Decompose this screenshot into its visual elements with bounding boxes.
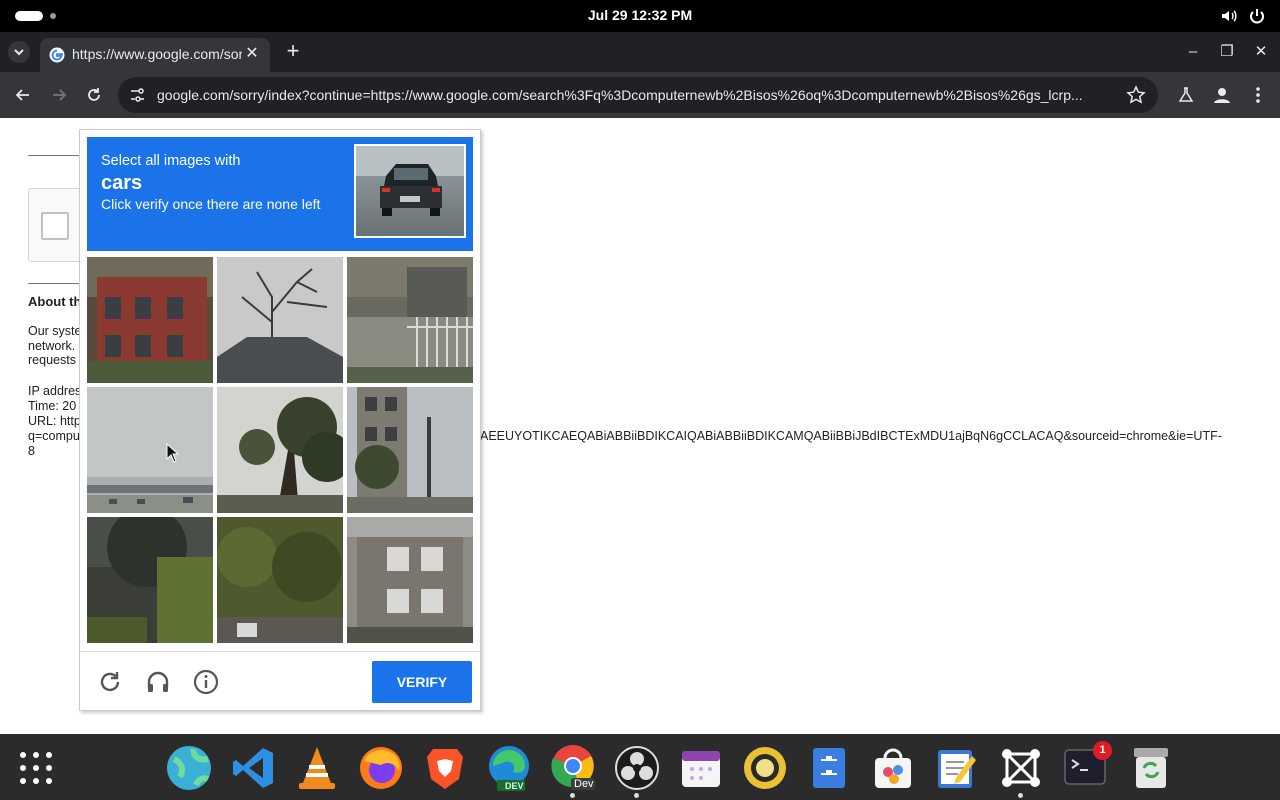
url-text[interactable]: google.com/sorry/index?continue=https://…	[157, 87, 1107, 103]
menu-button[interactable]	[1248, 85, 1268, 105]
arrow-left-icon	[15, 89, 29, 101]
browser-tab[interactable]: https://www.google.com/sorry/index?conti…	[40, 38, 270, 72]
obs-icon[interactable]	[613, 744, 661, 792]
trash-icon[interactable]	[1127, 744, 1175, 792]
text-editor-icon[interactable]	[933, 744, 981, 792]
ip-address-line: IP addres	[28, 384, 82, 398]
system-tray[interactable]	[1220, 7, 1266, 25]
verify-button[interactable]: VERIFY	[372, 661, 472, 703]
headphones-icon	[147, 671, 169, 692]
url-continuation-end: 8	[28, 444, 35, 458]
system-message: Our syste network. requests	[28, 324, 82, 368]
info-button[interactable]	[192, 668, 220, 696]
volume-icon[interactable]	[1220, 7, 1238, 25]
back-button[interactable]	[12, 84, 34, 106]
captcha-tile[interactable]	[347, 517, 473, 643]
edge-dev-label: DEV	[505, 781, 524, 791]
captcha-tile[interactable]	[217, 257, 343, 383]
request-info: IP addres Time: 20 URL: http q=compu	[28, 384, 81, 444]
file-cabinet-icon[interactable]	[805, 744, 853, 792]
captcha-target-object: cars	[101, 172, 143, 194]
info-icon	[193, 669, 219, 695]
calendar-icon[interactable]	[677, 744, 725, 792]
captcha-tile[interactable]	[217, 387, 343, 513]
vscode-icon[interactable]	[229, 744, 277, 792]
chrome-dev-icon[interactable]: Dev	[549, 744, 597, 792]
terminal-notification-badge: 1	[1093, 741, 1112, 760]
tab-title: https://www.google.com/sorry/index?conti…	[72, 46, 242, 62]
running-indicator	[634, 793, 639, 798]
reload-challenge-button[interactable]	[96, 668, 124, 696]
clock[interactable]: Jul 29 12:32 PM	[0, 7, 1280, 23]
arrow-right-icon	[53, 89, 67, 101]
mouse-cursor-icon	[166, 443, 180, 463]
tab-close-button[interactable]: ✕	[242, 44, 262, 64]
captcha-image-grid	[87, 257, 473, 643]
brave-icon[interactable]	[421, 744, 469, 792]
about-heading: About th	[28, 294, 82, 309]
running-indicator	[1018, 793, 1023, 798]
text-line: network.	[28, 338, 76, 353]
close-window-button[interactable]: ✕	[1252, 42, 1270, 60]
captcha-tile[interactable]	[347, 387, 473, 513]
captcha-hint: Click verify once there are none left	[101, 196, 321, 212]
browser-toolbar: google.com/sorry/index?continue=https://…	[0, 72, 1280, 118]
software-store-icon[interactable]	[869, 744, 917, 792]
new-tab-button[interactable]: +	[282, 40, 304, 62]
reload-button[interactable]	[83, 84, 105, 106]
captcha-tile[interactable]	[87, 517, 213, 643]
site-info-icon[interactable]	[128, 86, 146, 104]
vlc-icon[interactable]	[293, 744, 341, 792]
globe-app-icon[interactable]	[165, 744, 213, 792]
chevron-down-icon	[14, 49, 24, 56]
sample-car-image	[354, 144, 466, 238]
edge-dev-icon[interactable]: DEV	[485, 744, 533, 792]
text-line: Our syste	[28, 324, 82, 338]
chrome-dev-label: Dev	[574, 778, 594, 790]
running-indicator	[570, 793, 575, 798]
profile-button[interactable]	[1212, 85, 1232, 105]
speaker-icon[interactable]	[741, 744, 789, 792]
kebab-menu-icon	[1256, 87, 1260, 103]
refresh-icon	[100, 672, 120, 692]
minimize-button[interactable]: –	[1184, 42, 1202, 60]
tab-search-button[interactable]	[8, 41, 30, 63]
captcha-tile[interactable]	[217, 517, 343, 643]
captcha-tile[interactable]	[347, 257, 473, 383]
bookmark-star-icon[interactable]	[1126, 85, 1146, 105]
query-line: q=compu	[28, 429, 80, 443]
page-content: About th Our syste network. requests IP …	[0, 118, 1280, 734]
captcha-challenge: Select all images with cars Click verify…	[79, 129, 481, 711]
app-grid-icon[interactable]	[18, 750, 54, 786]
system-top-bar: Jul 29 12:32 PM	[0, 0, 1280, 32]
forward-button[interactable]	[48, 84, 70, 106]
captcha-footer-divider	[80, 651, 480, 652]
flask-icon	[1178, 87, 1194, 102]
profile-icon	[1214, 88, 1230, 103]
workspace-icon[interactable]	[997, 744, 1045, 792]
tab-strip: https://www.google.com/sorry/index?conti…	[0, 32, 1280, 72]
dock: DEV Dev 1	[0, 734, 1280, 800]
power-icon[interactable]	[1248, 7, 1266, 25]
audio-challenge-button[interactable]	[144, 668, 172, 696]
maximize-button[interactable]: ❐	[1218, 42, 1236, 60]
labs-button[interactable]	[1176, 85, 1196, 105]
address-bar[interactable]: google.com/sorry/index?continue=https://…	[118, 77, 1158, 113]
reload-icon	[88, 88, 100, 101]
text-line: requests	[28, 353, 76, 367]
captcha-tile[interactable]	[87, 387, 213, 513]
google-favicon-icon	[49, 47, 65, 63]
captcha-tile[interactable]	[87, 257, 213, 383]
captcha-instructions: Select all images with cars Click verify…	[87, 137, 473, 251]
recaptcha-checkbox[interactable]	[41, 212, 69, 240]
url-line: URL: http	[28, 414, 81, 428]
window-controls: – ❐ ✕	[1184, 42, 1270, 61]
time-line: Time: 20	[28, 399, 77, 413]
firefox-icon[interactable]	[357, 744, 405, 792]
url-continuation: AEEUYOTIKCAEQABiABBiiBDIKCAIQABiABBiiBDI…	[480, 429, 1222, 443]
captcha-instruction-line: Select all images with	[101, 153, 241, 169]
